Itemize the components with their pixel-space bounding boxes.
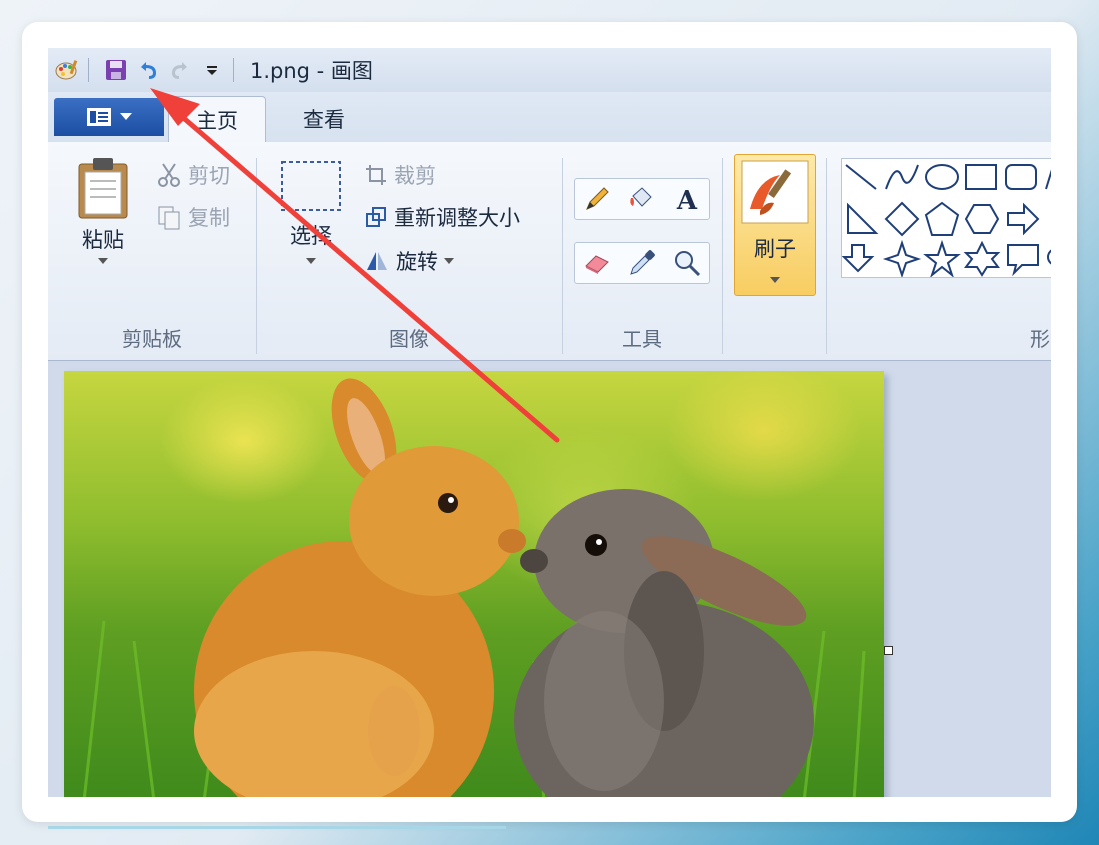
cut-button[interactable]: 剪切 [156, 160, 230, 190]
grey-rabbit [514, 489, 814, 797]
window-title: 1.png - 画图 [250, 59, 373, 83]
image-group-label: 图像 [389, 327, 429, 351]
fill-bucket-icon[interactable] [627, 184, 657, 214]
select-label: 选择 [290, 224, 332, 248]
hexagon-shape-icon[interactable] [964, 204, 1000, 234]
five-point-star-shape-icon[interactable] [923, 239, 961, 278]
arrow-down-shape-icon[interactable] [841, 244, 875, 273]
tab-view[interactable]: 查看 [284, 96, 364, 142]
chevron-down-icon [444, 258, 454, 264]
shapes-group-label: 形 [1030, 327, 1050, 351]
pencil-icon[interactable] [582, 184, 612, 214]
clipboard-group-label: 剪贴板 [122, 327, 182, 351]
crop-icon [366, 165, 386, 185]
tools-group-label: 工具 [622, 327, 662, 351]
group-separator [722, 158, 723, 354]
qat-separator [88, 58, 89, 82]
chevron-down-icon [770, 277, 780, 283]
diamond-shape-icon[interactable] [884, 201, 920, 237]
paint-window: 1.png - 画图 主页 查看 粘贴 剪切 复制 剪贴板 选择 裁剪 重新调整… [48, 48, 1051, 797]
tab-home[interactable]: 主页 [168, 96, 266, 143]
orange-rabbit [194, 378, 526, 797]
tools-group: A 工具 [564, 142, 720, 360]
save-icon[interactable] [103, 57, 129, 83]
brushes-button[interactable]: 刷子 [734, 154, 816, 296]
rotate-button[interactable]: 旋转 [364, 246, 454, 276]
pentagon-shape-icon[interactable] [924, 201, 960, 236]
chevron-down-icon [306, 258, 316, 264]
crop-button[interactable]: 裁剪 [364, 160, 436, 190]
cut-label: 剪切 [188, 164, 230, 188]
chevron-down-icon [120, 113, 132, 120]
curve-shape-icon[interactable] [885, 164, 919, 190]
title-bar: 1.png - 画图 [48, 48, 1051, 92]
scissors-icon [158, 163, 180, 187]
resize-button[interactable]: 重新调整大小 [364, 202, 520, 232]
paste-label: 粘贴 [82, 228, 124, 252]
selection-icon [281, 161, 341, 211]
clipboard-icon [78, 158, 128, 219]
rectangle-shape-icon[interactable] [965, 164, 997, 190]
group-separator [562, 158, 563, 354]
group-separator [256, 158, 257, 354]
color-picker-icon[interactable] [627, 248, 657, 278]
svg-text:A: A [676, 186, 698, 214]
canvas-resize-handle[interactable] [884, 646, 893, 655]
undo-icon[interactable] [135, 57, 161, 83]
customize-dropdown-icon[interactable] [199, 57, 225, 83]
canvas-area[interactable] [48, 361, 1051, 797]
copy-label: 复制 [188, 206, 230, 230]
eraser-icon[interactable] [582, 248, 612, 278]
rabbits-photo[interactable] [64, 371, 884, 797]
group-separator [826, 158, 827, 354]
brush-icon [741, 160, 809, 224]
tools-row-2 [574, 242, 710, 284]
file-menu-icon [87, 108, 111, 126]
line-shape-icon[interactable] [845, 164, 877, 190]
tools-row-1: A [574, 178, 710, 220]
ribbon: 粘贴 剪切 复制 剪贴板 选择 裁剪 重新调整大小 旋转 图像 A 工具 刷子 … [48, 142, 1051, 361]
resize-icon [366, 207, 386, 227]
image-group: 选择 裁剪 重新调整大小 旋转 图像 [258, 142, 560, 360]
chevron-down-icon [98, 258, 108, 264]
paint-app-icon[interactable] [54, 57, 80, 83]
shapes-group: 形 [1014, 142, 1051, 360]
four-point-star-shape-icon[interactable] [882, 239, 922, 279]
progress-line [48, 826, 506, 829]
six-point-star-shape-icon[interactable] [963, 240, 1001, 277]
clipboard-group: 粘贴 剪切 复制 剪贴板 [48, 142, 256, 360]
ribbon-tab-row: 主页 查看 [48, 92, 1051, 143]
rotate-label: 旋转 [396, 250, 438, 274]
magnifier-icon[interactable] [672, 248, 702, 278]
text-tool-icon[interactable]: A [672, 184, 702, 214]
rotate-icon [367, 252, 387, 270]
file-menu-button[interactable] [54, 98, 164, 136]
crop-label: 裁剪 [394, 164, 436, 188]
copy-button[interactable]: 复制 [156, 202, 230, 232]
select-button[interactable]: 选择 [280, 160, 342, 264]
redo-icon[interactable] [167, 57, 193, 83]
copy-icon [158, 206, 180, 230]
brushes-label: 刷子 [754, 237, 796, 261]
paste-button[interactable]: 粘贴 [76, 156, 130, 264]
oval-shape-icon[interactable] [925, 164, 959, 190]
triangle-shape-icon[interactable] [847, 202, 879, 234]
resize-label: 重新调整大小 [394, 206, 520, 230]
qat-separator [233, 58, 234, 82]
